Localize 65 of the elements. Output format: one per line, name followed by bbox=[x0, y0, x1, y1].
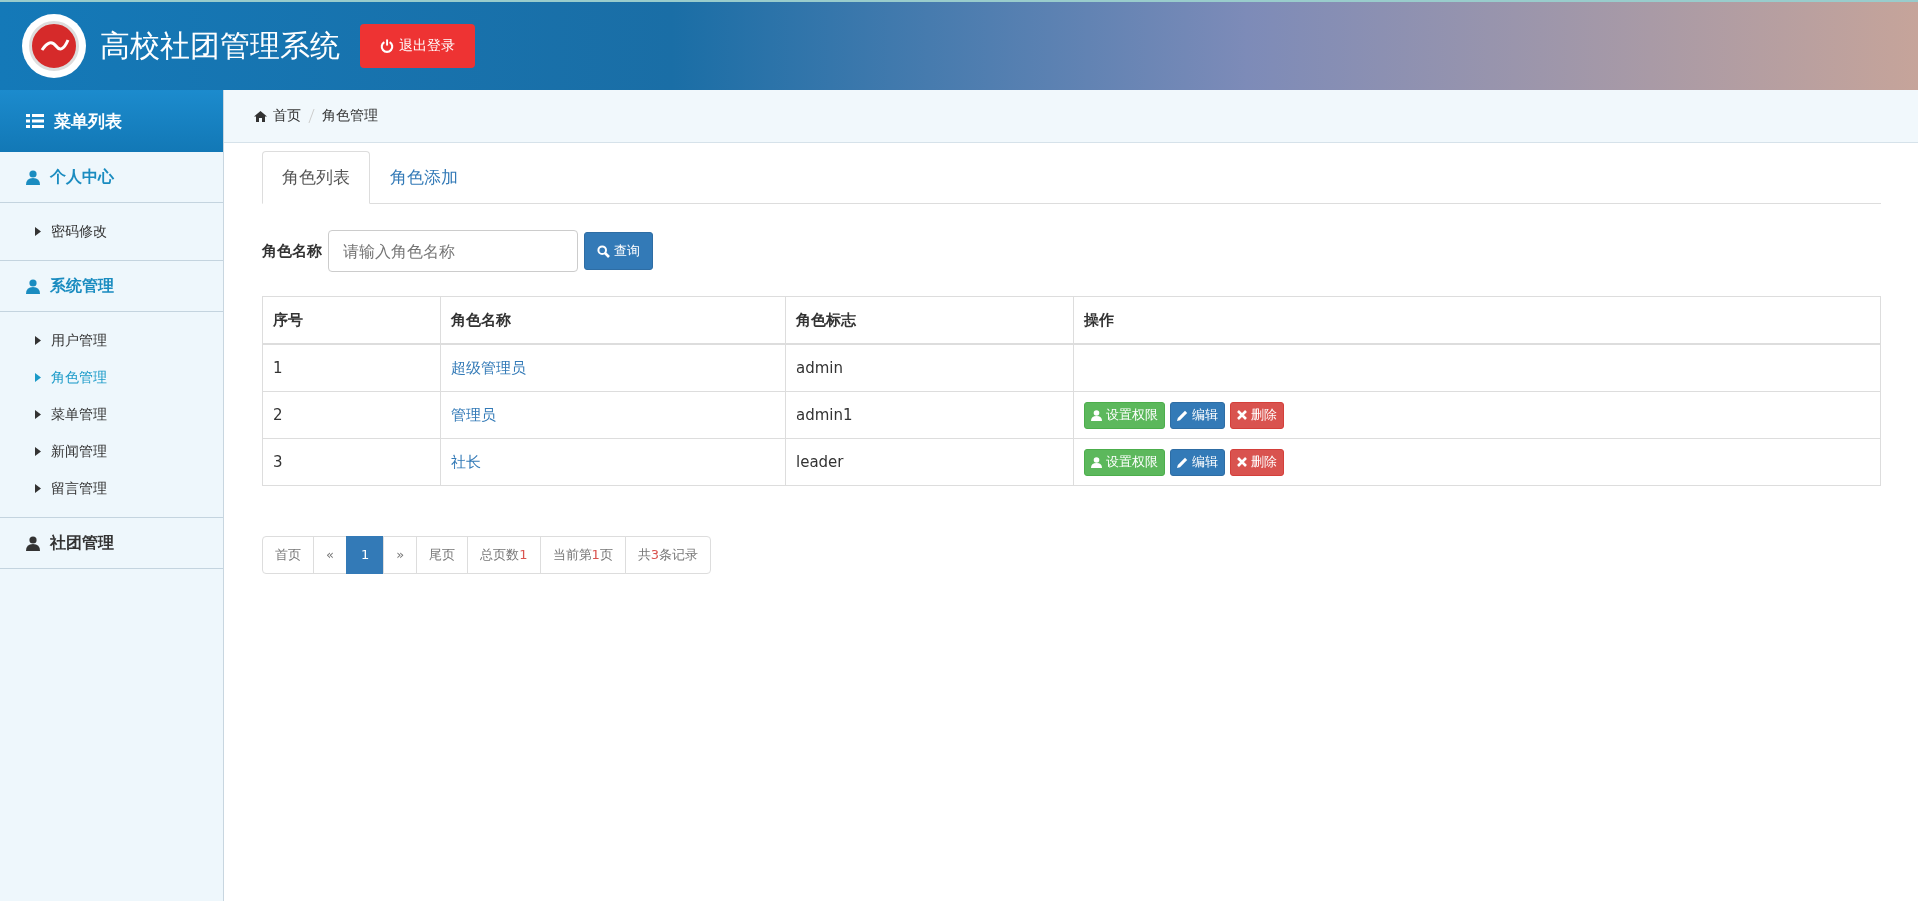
edit-button[interactable]: 编辑 bbox=[1170, 448, 1225, 476]
table-cell: 2 bbox=[262, 391, 441, 439]
tab[interactable]: 角色添加 bbox=[370, 151, 478, 204]
logout-button[interactable]: 退出登录 bbox=[360, 24, 475, 68]
tab[interactable]: 角色列表 bbox=[262, 151, 370, 204]
close-icon bbox=[1237, 457, 1247, 467]
menu-group[interactable]: 系统管理 bbox=[0, 261, 223, 312]
search-field[interactable]: 请输入角色名称 bbox=[328, 230, 578, 272]
role-name-link[interactable]: 超级管理员 bbox=[451, 358, 526, 377]
menu-group[interactable]: 个人中心 bbox=[0, 152, 223, 203]
set-permission-button[interactable]: 设置权限 bbox=[1084, 401, 1165, 429]
table-cell: leader bbox=[785, 438, 1074, 486]
table-cell: 3 bbox=[262, 438, 441, 486]
breadcrumb-link[interactable]: 首页 bbox=[254, 107, 301, 125]
menu-item[interactable]: 用户管理 bbox=[0, 322, 223, 359]
caret-icon bbox=[35, 484, 41, 493]
user-icon bbox=[26, 278, 40, 294]
pagination-link[interactable]: » bbox=[383, 536, 418, 574]
edit-button[interactable]: 编辑 bbox=[1170, 401, 1225, 429]
user-icon bbox=[1091, 456, 1102, 468]
pagination-info: 共3条记录 bbox=[624, 536, 712, 574]
menu-group[interactable]: 社团管理 bbox=[0, 518, 223, 569]
pagination-info: 总页数1 bbox=[467, 536, 541, 574]
menu-item[interactable]: 角色管理 bbox=[0, 359, 223, 396]
user-icon bbox=[26, 535, 40, 551]
search-icon bbox=[597, 244, 610, 258]
app-title: 高校社团管理系统 bbox=[100, 26, 340, 65]
column-header: 序号 bbox=[262, 296, 441, 344]
close-icon bbox=[1237, 410, 1247, 420]
menu-item[interactable]: 密码修改 bbox=[0, 213, 223, 250]
caret-icon bbox=[35, 410, 41, 419]
field-label: 角色名称 bbox=[262, 241, 322, 261]
pagination-link[interactable]: 首页 bbox=[262, 536, 314, 574]
user-icon bbox=[1091, 409, 1102, 421]
table-cell: admin bbox=[785, 344, 1074, 392]
column-header: 角色名称 bbox=[440, 296, 786, 344]
table-cell: 1 bbox=[262, 344, 441, 392]
pagination-info: 当前第1页 bbox=[539, 536, 626, 574]
menu-item[interactable]: 菜单管理 bbox=[0, 396, 223, 433]
caret-icon bbox=[35, 447, 41, 456]
power-icon bbox=[380, 39, 394, 53]
pagination-link[interactable]: « bbox=[313, 536, 347, 574]
pencil-icon bbox=[1177, 409, 1188, 421]
caret-icon bbox=[35, 227, 41, 236]
search-button[interactable]: 查询 bbox=[584, 232, 653, 270]
user-icon bbox=[26, 169, 40, 185]
delete-button[interactable]: 删除 bbox=[1230, 401, 1284, 429]
column-header: 操作 bbox=[1073, 296, 1881, 344]
table-cell: admin1 bbox=[785, 391, 1074, 439]
pagination-link[interactable]: 1 bbox=[345, 536, 385, 574]
list-icon bbox=[26, 113, 44, 129]
set-permission-button[interactable]: 设置权限 bbox=[1084, 448, 1165, 476]
pagination-link[interactable]: 尾页 bbox=[416, 536, 469, 574]
role-name-link[interactable]: 管理员 bbox=[451, 405, 496, 424]
home-icon bbox=[254, 110, 267, 122]
sidebar-title: 菜单列表 bbox=[54, 109, 122, 133]
caret-icon bbox=[35, 373, 41, 382]
role-name-link[interactable]: 社长 bbox=[451, 452, 481, 471]
menu-item[interactable]: 留言管理 bbox=[0, 470, 223, 507]
column-header: 角色标志 bbox=[785, 296, 1074, 344]
pencil-icon bbox=[1177, 456, 1188, 468]
caret-icon bbox=[35, 336, 41, 345]
breadcrumb-link[interactable]: 角色管理 bbox=[322, 107, 378, 125]
delete-button[interactable]: 删除 bbox=[1230, 448, 1284, 476]
menu-item[interactable]: 新闻管理 bbox=[0, 433, 223, 470]
